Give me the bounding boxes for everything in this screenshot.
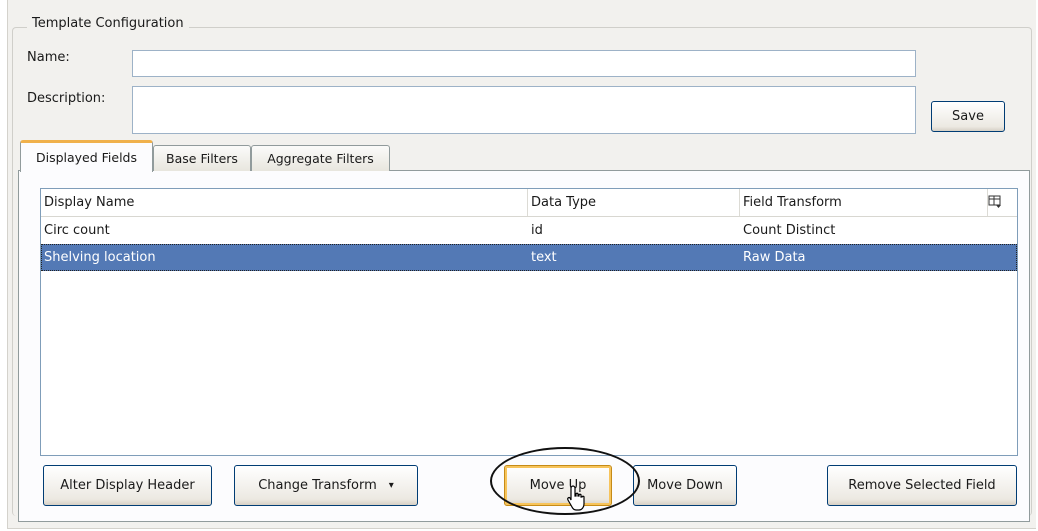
- column-header-data-type[interactable]: Data Type: [528, 189, 740, 216]
- cell-data-type: id: [531, 223, 543, 238]
- cell-data-type: text: [531, 250, 557, 265]
- name-label: Name:: [27, 50, 70, 65]
- alter-display-header-button[interactable]: Alter Display Header: [43, 465, 212, 506]
- cell-field-transform: Count Distinct: [743, 223, 836, 238]
- cell-display-name: Circ count: [44, 223, 110, 238]
- save-button[interactable]: Save: [931, 101, 1005, 132]
- remove-selected-field-button[interactable]: Remove Selected Field: [827, 465, 1017, 506]
- move-down-button[interactable]: Move Down: [633, 465, 737, 506]
- change-transform-label: Change Transform: [258, 478, 377, 493]
- cell-display-name: Shelving location: [44, 250, 156, 265]
- change-transform-button[interactable]: Change Transform ▾: [234, 465, 418, 506]
- name-input[interactable]: [132, 50, 916, 77]
- move-up-button[interactable]: Move Up: [504, 465, 612, 506]
- column-header-field-transform[interactable]: Field Transform: [740, 189, 988, 216]
- column-chooser-icon[interactable]: [988, 195, 1004, 209]
- description-label: Description:: [27, 91, 106, 106]
- group-title: Template Configuration: [27, 16, 189, 31]
- tab-aggregate-filters[interactable]: Aggregate Filters: [251, 145, 390, 171]
- tab-base-filters[interactable]: Base Filters: [153, 145, 251, 171]
- fields-table[interactable]: Display Name Data Type Field Transform C…: [40, 188, 1018, 456]
- tab-displayed-fields[interactable]: Displayed Fields: [20, 140, 153, 172]
- table-header: Display Name Data Type Field Transform: [41, 189, 1017, 217]
- mouse-cursor-icon: [567, 485, 587, 513]
- description-input[interactable]: [132, 86, 916, 134]
- table-row[interactable]: Circ count id Count Distinct: [41, 217, 1017, 244]
- table-row-selected[interactable]: Shelving location text Raw Data: [41, 244, 1017, 271]
- cell-field-transform: Raw Data: [743, 250, 806, 265]
- column-header-display-name[interactable]: Display Name: [41, 189, 528, 216]
- dropdown-arrow-icon: ▾: [388, 480, 394, 491]
